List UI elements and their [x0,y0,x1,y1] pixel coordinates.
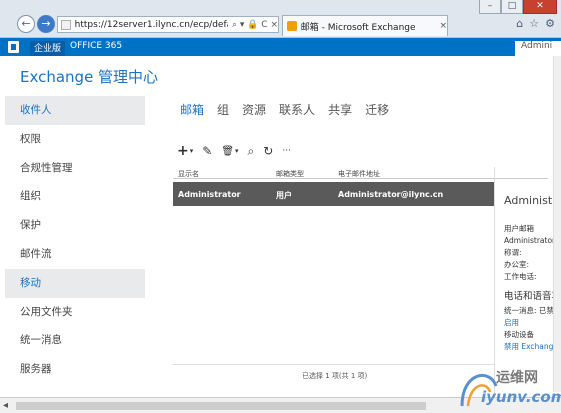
nav-item-unified-messaging[interactable]: 统一消息 [5,326,145,355]
nav-item-servers[interactable]: 服务器 [5,355,145,384]
search-icon: ⌕ [247,143,255,158]
nav-item-permissions[interactable]: 权限 [5,125,145,154]
browser-chrome: – □ ✕ ← → https://12server1.ilync.cn/ecp… [0,0,561,38]
tab-mailboxes[interactable]: 邮箱 [180,101,204,118]
admin-menu[interactable]: Admini [515,41,561,56]
watermark: 运维网 iyunv.com [456,362,561,410]
tab-contacts[interactable]: 联系人 [279,101,315,118]
browser-toolbar-icons: ⌂ ☆ ⚙ [516,17,555,30]
address-tools[interactable]: ⌕ ▾ 🔒 C × [232,20,278,30]
add-button[interactable]: + ▾ [177,143,193,159]
nav-item-protection[interactable]: 保护 [5,211,145,240]
back-button[interactable]: ← [17,15,35,33]
address-bar[interactable]: https://12server1.ilync.cn/ecp/default.a… [57,16,279,33]
tab-resources[interactable]: 资源 [242,101,266,118]
window-controls: – □ ✕ [479,0,557,14]
page-title: Exchange 管理中心 [20,68,159,86]
scroll-left-icon[interactable]: ◂ [3,400,8,411]
cell-display-name: Administrator [178,190,241,199]
trash-icon: 🗑 [221,145,235,157]
column-header-mailbox-type[interactable]: 邮箱类型 [276,169,304,179]
watermark-site-name: 运维网 [496,370,538,386]
watermark-url: iyunv.com [481,388,561,406]
tab-groups[interactable]: 组 [217,101,229,118]
minimize-button[interactable]: – [479,0,501,14]
tab-close-icon[interactable]: × [439,21,447,31]
cell-mailbox-type: 用户 [276,191,292,200]
browser-tab[interactable]: 邮箱 - Microsoft Exchange × [282,15,448,36]
nav-item-mobile[interactable]: 移动 [5,268,145,298]
more-button[interactable]: ··· [282,146,291,156]
delete-button[interactable]: 🗑 ▾ [221,146,238,157]
nav-item-recipients[interactable]: 收件人 [5,96,145,125]
selection-status: 已选择 1 项(共 1 项) [302,372,368,380]
nav-item-compliance[interactable]: 合规性管理 [5,154,145,183]
footer-divider [173,364,494,365]
refresh-icon: ↻ [263,144,274,158]
vertical-scrollbar[interactable] [553,56,561,392]
left-nav: 收件人 权限 合规性管理 组织 保护 邮件流 移动 公用文件夹 统一消息 服务器 [5,96,145,384]
maximize-button[interactable]: □ [501,0,523,14]
office-bar: 企业版 OFFICE 365 Admini [0,38,561,56]
grid-header: 显示名 邮箱类型 电子邮件地址 [173,167,548,179]
tab-shared[interactable]: 共享 [328,101,352,118]
refresh-button[interactable]: ↻ [263,144,273,158]
column-header-email[interactable]: 电子邮件地址 [338,169,380,179]
add-icon: + [177,143,189,159]
settings-gear-icon[interactable]: ⚙ [545,17,555,30]
cell-email: Administrator@ilync.cn [338,190,444,199]
search-button[interactable]: ⌕ [248,144,255,159]
scroll-thumb[interactable] [16,402,426,410]
nav-item-public-folders[interactable]: 公用文件夹 [5,298,145,327]
favorites-star-icon[interactable]: ☆ [529,17,539,30]
pencil-icon: ✎ [202,144,213,158]
office-logo-icon[interactable] [8,41,19,53]
brand-label[interactable]: 企业版 [30,41,66,56]
toolbar: + ▾ ✎ 🗑 ▾ ⌕ ↻ ··· [177,143,291,159]
page-icon [61,19,71,30]
forward-button[interactable]: → [37,15,55,33]
chevron-down-icon: ▾ [235,147,239,155]
table-row[interactable]: Administrator 用户 Administrator@ilync.cn [173,182,494,206]
tab-migration[interactable]: 迁移 [365,101,389,118]
close-window-button[interactable]: ✕ [523,0,557,14]
product-label[interactable]: OFFICE 365 [70,41,122,51]
top-tabs: 邮箱 组 资源 联系人 共享 迁移 [180,101,389,118]
edit-button[interactable]: ✎ [202,144,212,158]
exchange-favicon-icon [287,21,297,31]
column-header-display-name[interactable]: 显示名 [178,169,199,179]
home-icon[interactable]: ⌂ [516,17,523,30]
nav-item-organization[interactable]: 组织 [5,182,145,211]
nav-item-mail-flow[interactable]: 邮件流 [5,240,145,269]
chevron-down-icon: ▾ [189,147,194,155]
address-url[interactable]: https://12server1.ilync.cn/ecp/default.a [75,20,228,30]
more-icon: ··· [282,146,291,156]
tab-title: 邮箱 - Microsoft Exchange [300,22,416,33]
